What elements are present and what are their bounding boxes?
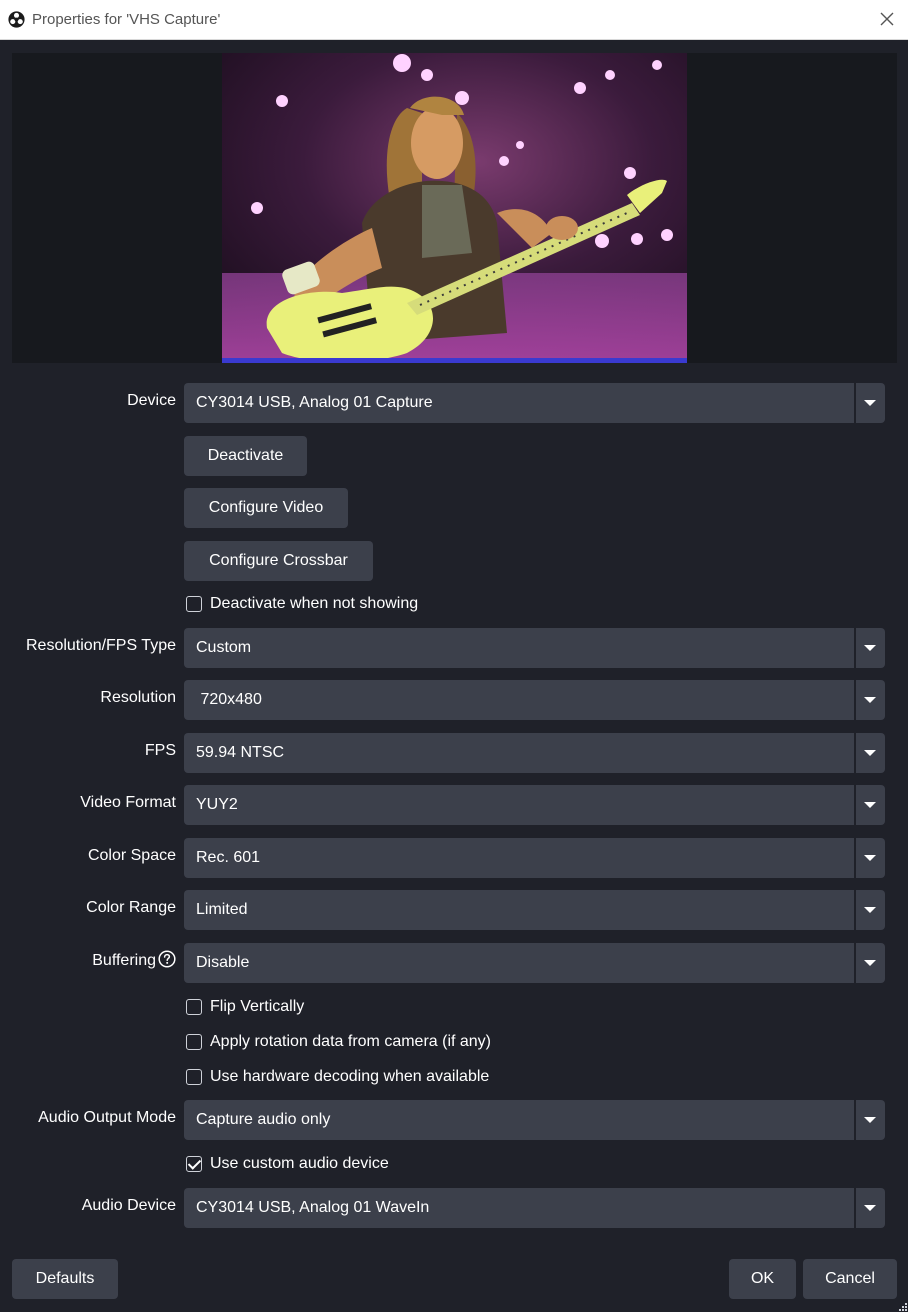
resolution-label: Resolution xyxy=(100,689,176,706)
apply-rotation-label[interactable]: Apply rotation data from camera (if any) xyxy=(210,1033,491,1051)
chevron-down-icon[interactable] xyxy=(864,697,876,703)
preview-image xyxy=(222,53,687,363)
hardware-decoding-label[interactable]: Use hardware decoding when available xyxy=(210,1068,489,1086)
apply-rotation-checkbox[interactable] xyxy=(186,1034,202,1050)
buffering-value: Disable xyxy=(196,954,250,971)
color-space-label: Color Space xyxy=(87,847,176,864)
select-divider xyxy=(854,733,856,773)
video-format-value: YUY2 xyxy=(196,796,238,813)
color-range-value: Limited xyxy=(196,901,248,918)
chevron-down-icon[interactable] xyxy=(864,1205,876,1211)
res-fps-type-label: Resolution/FPS Type xyxy=(25,637,176,654)
preview-frame xyxy=(222,53,687,363)
fps-select[interactable]: 59.94 NTSC xyxy=(184,733,885,773)
audio-output-mode-label: Audio Output Mode xyxy=(38,1109,176,1126)
color-space-value: Rec. 601 xyxy=(196,849,261,866)
select-divider xyxy=(854,1100,856,1140)
custom-audio-device-checkbox[interactable] xyxy=(186,1156,202,1172)
select-divider xyxy=(854,890,856,930)
chevron-down-icon[interactable] xyxy=(864,750,876,756)
resize-grip-icon[interactable] xyxy=(898,1302,907,1311)
chevron-down-icon[interactable] xyxy=(864,855,876,861)
cancel-button[interactable]: Cancel xyxy=(803,1259,897,1299)
chevron-down-icon[interactable] xyxy=(864,960,876,966)
color-range-label: Color Range xyxy=(86,899,176,916)
video-preview xyxy=(12,53,897,363)
select-divider xyxy=(854,628,856,668)
flip-vertically-checkbox[interactable] xyxy=(186,999,202,1015)
select-divider xyxy=(854,785,856,825)
select-divider xyxy=(854,838,856,878)
chevron-down-icon[interactable] xyxy=(864,400,876,406)
audio-device-label: Audio Device xyxy=(81,1197,176,1214)
hardware-decoding-checkbox[interactable] xyxy=(186,1069,202,1085)
custom-audio-device-label[interactable]: Use custom audio device xyxy=(210,1155,389,1173)
deactivate-button[interactable]: Deactivate xyxy=(184,436,307,476)
color-space-select[interactable]: Rec. 601 xyxy=(184,838,885,878)
audio-output-mode-value: Capture audio only xyxy=(196,1111,331,1128)
select-divider xyxy=(854,943,856,983)
buffering-select[interactable]: Disable xyxy=(184,943,885,983)
audio-output-mode-select[interactable]: Capture audio only xyxy=(184,1100,885,1140)
device-value: CY3014 USB, Analog 01 Capture xyxy=(196,394,433,411)
color-range-select[interactable]: Limited xyxy=(184,890,885,930)
chevron-down-icon[interactable] xyxy=(864,645,876,651)
select-divider xyxy=(854,680,856,720)
select-divider xyxy=(854,1188,856,1228)
chevron-down-icon[interactable] xyxy=(864,1117,876,1123)
res-fps-type-select[interactable]: Custom xyxy=(184,628,885,668)
defaults-button[interactable]: Defaults xyxy=(12,1259,118,1299)
video-format-label: Video Format xyxy=(80,794,176,811)
window-title: Properties for 'VHS Capture' xyxy=(32,11,221,28)
res-fps-type-value: Custom xyxy=(196,639,252,656)
title-bar: Properties for 'VHS Capture' xyxy=(0,0,908,40)
configure-crossbar-button[interactable]: Configure Crossbar xyxy=(184,541,373,581)
video-format-select[interactable]: YUY2 xyxy=(184,785,885,825)
checkmark-icon xyxy=(187,1156,202,1170)
audio-device-value: CY3014 USB, Analog 01 WaveIn xyxy=(196,1199,430,1216)
chevron-down-icon[interactable] xyxy=(864,907,876,913)
resolution-value: 720x480 xyxy=(196,691,262,708)
close-icon[interactable] xyxy=(874,6,900,32)
help-icon[interactable] xyxy=(158,950,176,968)
configure-video-button[interactable]: Configure Video xyxy=(184,488,348,528)
fps-value: 59.94 NTSC xyxy=(196,744,285,761)
obs-logo-icon xyxy=(8,11,25,28)
resolution-select[interactable]: 720x480 xyxy=(184,680,885,720)
ok-button[interactable]: OK xyxy=(729,1259,796,1299)
device-select[interactable]: CY3014 USB, Analog 01 Capture xyxy=(184,383,885,423)
audio-device-select[interactable]: CY3014 USB, Analog 01 WaveIn xyxy=(184,1188,885,1228)
chevron-down-icon[interactable] xyxy=(864,802,876,808)
fps-label: FPS xyxy=(144,742,176,759)
flip-vertically-label[interactable]: Flip Vertically xyxy=(210,998,304,1016)
device-label: Device xyxy=(127,392,176,409)
buffering-label: Buffering xyxy=(92,952,156,969)
deactivate-when-not-showing-label[interactable]: Deactivate when not showing xyxy=(210,595,418,613)
select-divider xyxy=(854,383,856,423)
deactivate-when-not-showing-checkbox[interactable] xyxy=(186,596,202,612)
